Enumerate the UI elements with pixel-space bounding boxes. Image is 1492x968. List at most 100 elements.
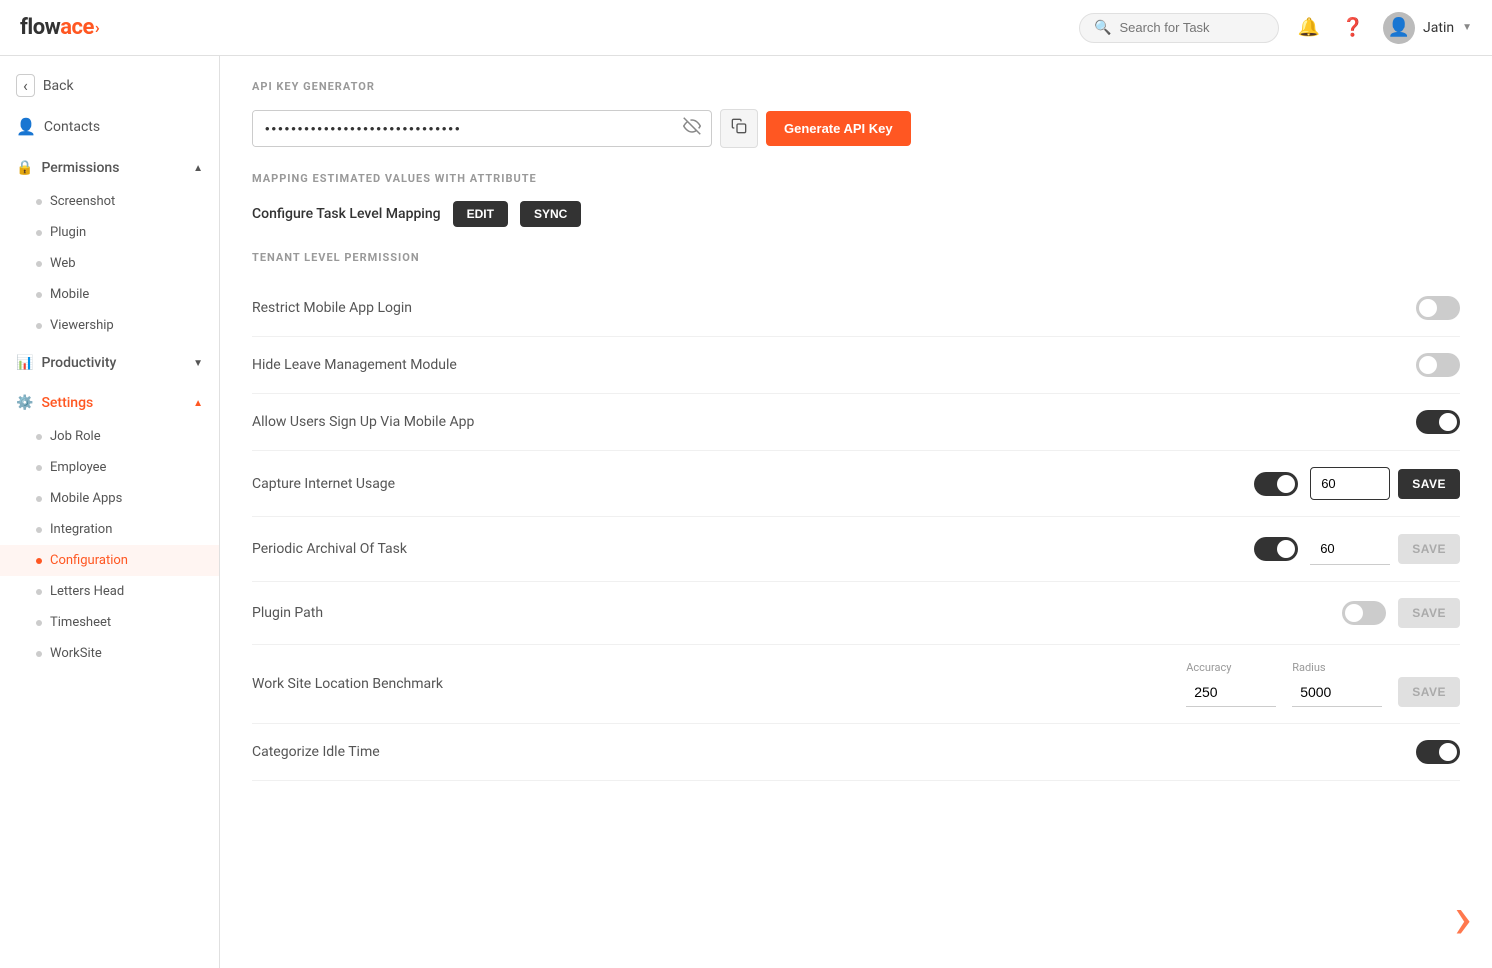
dot-icon	[36, 620, 42, 626]
chevron-down-icon: ▼	[1462, 22, 1472, 33]
permissions-chevron-icon: ▲	[193, 163, 203, 174]
dot-icon	[36, 651, 42, 657]
radius-input[interactable]	[1292, 678, 1382, 707]
productivity-header[interactable]: 📊 Productivity ▼	[0, 345, 219, 381]
settings-header[interactable]: ⚙️ Settings ▲	[0, 385, 219, 421]
sidebar-item-label: Mobile	[50, 287, 89, 302]
accuracy-input[interactable]	[1186, 678, 1276, 707]
dot-icon	[36, 261, 42, 267]
back-icon: ‹	[16, 74, 35, 97]
contacts-icon: 👤	[16, 117, 36, 136]
sidebar-item-label: Timesheet	[50, 615, 111, 630]
main-layout: ‹ Back 👤 Contacts 🔒 Permissions ▲ Screen…	[0, 56, 1492, 968]
user-name: Jatin	[1423, 20, 1454, 36]
capture-internet-toggle[interactable]	[1254, 472, 1298, 496]
idle-time-toggle[interactable]	[1416, 740, 1460, 764]
logo: flowace›	[20, 15, 99, 40]
sidebar-item-configuration[interactable]: Configuration	[0, 545, 219, 576]
settings-icon: ⚙️	[16, 395, 33, 411]
plugin-path-label: Plugin Path	[252, 605, 1326, 621]
user-info[interactable]: 👤 Jatin ▼	[1383, 12, 1472, 44]
sidebar-item-worksite[interactable]: WorkSite	[0, 638, 219, 669]
capture-internet-save-button[interactable]: SAVE	[1398, 469, 1460, 499]
allow-signup-label: Allow Users Sign Up Via Mobile App	[252, 414, 1400, 430]
plugin-path-toggle[interactable]	[1342, 601, 1386, 625]
sidebar-item-label: Integration	[50, 522, 112, 537]
sidebar-item-label: Plugin	[50, 225, 86, 240]
mapping-row: Configure Task Level Mapping EDIT SYNC	[252, 201, 1460, 227]
toggle-slider	[1254, 472, 1298, 496]
periodic-archival-row: Periodic Archival Of Task SAVE	[252, 517, 1460, 582]
dot-icon	[36, 496, 42, 502]
settings-label: Settings	[41, 395, 93, 411]
restrict-mobile-controls	[1416, 296, 1460, 320]
sidebar-item-label: Screenshot	[50, 194, 115, 209]
search-input[interactable]	[1119, 20, 1264, 35]
back-label: Back	[43, 78, 74, 94]
sidebar-item-integration[interactable]: Integration	[0, 514, 219, 545]
accuracy-field: Accuracy	[1186, 661, 1276, 707]
idle-time-label: Categorize Idle Time	[252, 744, 1400, 760]
api-key-input[interactable]	[253, 111, 673, 146]
toggle-slider	[1254, 537, 1298, 561]
back-button[interactable]: ‹ Back	[0, 64, 219, 107]
allow-signup-controls	[1416, 410, 1460, 434]
api-key-input-wrap	[252, 110, 712, 147]
sidebar-item-job-role[interactable]: Job Role	[0, 421, 219, 452]
logo-flow: flow	[20, 15, 60, 40]
sidebar-item-plugin[interactable]: Plugin	[0, 217, 219, 248]
toggle-slider	[1416, 410, 1460, 434]
plugin-path-row: Plugin Path SAVE	[252, 582, 1460, 645]
accuracy-label: Accuracy	[1186, 661, 1276, 674]
allow-signup-toggle[interactable]	[1416, 410, 1460, 434]
restrict-mobile-toggle[interactable]	[1416, 296, 1460, 320]
sidebar-item-employee[interactable]: Employee	[0, 452, 219, 483]
settings-chevron-icon: ▲	[193, 398, 203, 409]
sidebar-item-viewership[interactable]: Viewership	[0, 310, 219, 341]
hide-leave-toggle[interactable]	[1416, 353, 1460, 377]
productivity-section: 📊 Productivity ▼	[0, 345, 219, 381]
plugin-path-save-button: SAVE	[1398, 598, 1460, 628]
sync-button[interactable]: SYNC	[520, 201, 581, 227]
search-bar[interactable]: 🔍	[1079, 13, 1279, 43]
logo-mark: ›	[95, 18, 99, 37]
notifications-icon[interactable]: 🔔	[1295, 14, 1323, 42]
dot-icon	[36, 589, 42, 595]
capture-input-wrap: SAVE	[1310, 467, 1460, 500]
content-area: API KEY GENERATOR Generate API Key MAPPI…	[220, 56, 1492, 968]
edit-button[interactable]: EDIT	[453, 201, 508, 227]
sidebar-item-mobile-apps[interactable]: Mobile Apps	[0, 483, 219, 514]
worksite-label: Work Site Location Benchmark	[252, 676, 1170, 692]
toggle-visibility-button[interactable]	[673, 117, 711, 140]
sidebar-item-label: Configuration	[50, 553, 128, 568]
permissions-header[interactable]: 🔒 Permissions ▲	[0, 150, 219, 186]
sidebar: ‹ Back 👤 Contacts 🔒 Permissions ▲ Screen…	[0, 56, 220, 968]
copy-button[interactable]	[720, 109, 758, 148]
capture-internet-input[interactable]	[1310, 467, 1390, 500]
periodic-archival-toggle[interactable]	[1254, 537, 1298, 561]
sidebar-item-timesheet[interactable]: Timesheet	[0, 607, 219, 638]
sidebar-item-web[interactable]: Web	[0, 248, 219, 279]
allow-signup-row: Allow Users Sign Up Via Mobile App	[252, 394, 1460, 451]
periodic-input-wrap: SAVE	[1310, 533, 1460, 565]
hide-leave-label: Hide Leave Management Module	[252, 357, 1400, 373]
contacts-item[interactable]: 👤 Contacts	[0, 107, 219, 146]
logo-ace: ace	[60, 15, 94, 40]
sidebar-item-label: Viewership	[50, 318, 114, 333]
sidebar-item-screenshot[interactable]: Screenshot	[0, 186, 219, 217]
help-icon[interactable]: ❓	[1339, 14, 1367, 42]
periodic-archival-input[interactable]	[1310, 533, 1390, 565]
hide-leave-row: Hide Leave Management Module	[252, 337, 1460, 394]
toggle-slider	[1416, 353, 1460, 377]
productivity-icon: 📊	[16, 355, 33, 371]
sidebar-item-letters-head[interactable]: Letters Head	[0, 576, 219, 607]
sidebar-item-label: Web	[50, 256, 76, 271]
avatar: 👤	[1383, 12, 1415, 44]
toggle-slider	[1342, 601, 1386, 625]
generate-api-key-button[interactable]: Generate API Key	[766, 111, 911, 146]
permissions-label: Permissions	[41, 160, 119, 176]
worksite-save-button: SAVE	[1398, 677, 1460, 707]
sidebar-item-mobile[interactable]: Mobile	[0, 279, 219, 310]
periodic-archival-label: Periodic Archival Of Task	[252, 541, 1238, 557]
dot-icon	[36, 230, 42, 236]
